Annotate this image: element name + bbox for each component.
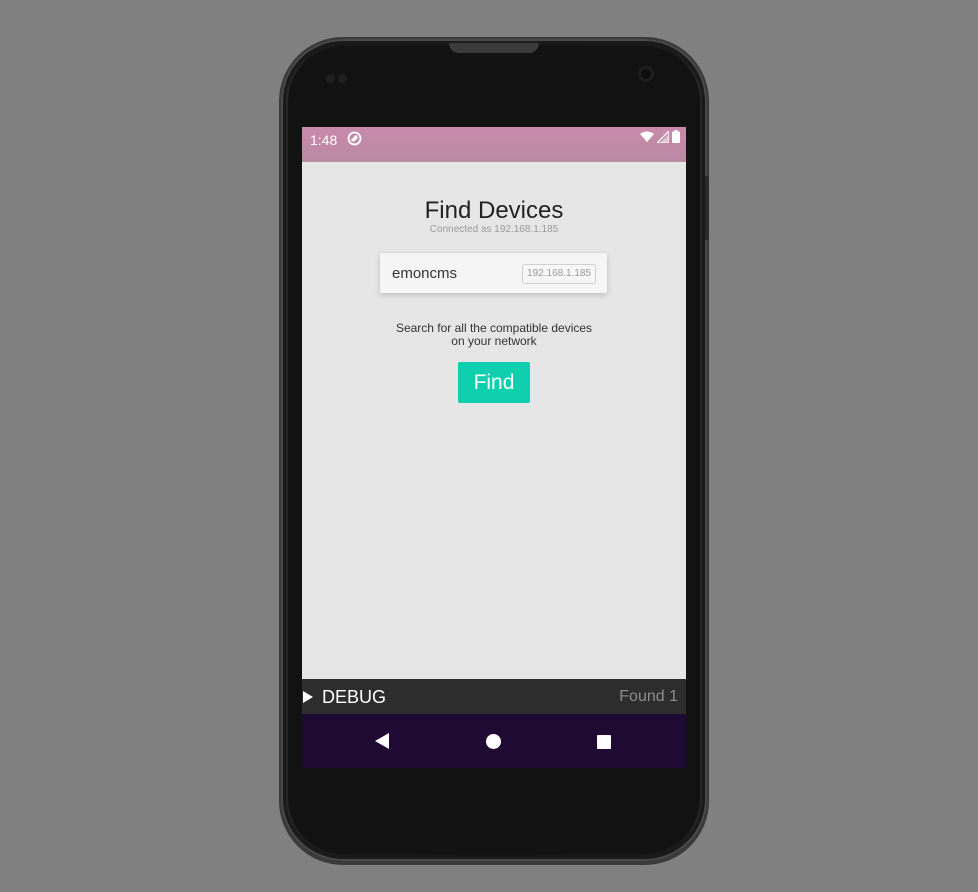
debug-label: DEBUG (322, 687, 387, 707)
device-name: emoncms (392, 265, 458, 282)
page-title: Find Devices (424, 197, 564, 224)
search-help-text: Search for all the compatible devices on… (395, 321, 593, 348)
back-icon[interactable] (375, 733, 389, 749)
battery-icon (672, 130, 680, 148)
status-bar: 1:48 (302, 127, 686, 162)
emulator-stage: 1:48 Find Devices Connected as 192.168.1… (0, 0, 978, 892)
main-content: Find Devices Connected as 192.168.1.185 … (302, 162, 686, 679)
navigation-bar (302, 714, 686, 768)
status-time: 1:48 (310, 132, 338, 148)
device-ip-badge: 192.168.1.185 (522, 264, 596, 284)
status-icons (640, 129, 680, 148)
found-count: Found 1 (619, 688, 678, 705)
front-sensors (326, 70, 350, 83)
find-button[interactable]: Find (458, 362, 530, 403)
power-key[interactable] (705, 176, 709, 240)
signal-icon (655, 129, 670, 148)
device-card[interactable]: emoncms 192.168.1.185 (380, 253, 607, 293)
earpiece-speaker (449, 43, 539, 53)
recents-icon[interactable] (597, 735, 611, 749)
front-camera-icon (638, 66, 654, 82)
expand-arrow-icon[interactable] (303, 691, 313, 703)
device-screen: 1:48 Find Devices Connected as 192.168.1… (302, 127, 686, 768)
sync-icon (347, 131, 362, 146)
home-icon[interactable] (486, 734, 501, 749)
wifi-icon (640, 130, 654, 148)
debug-bar[interactable]: DEBUG Found 1 (302, 679, 686, 714)
connection-subtitle: Connected as 192.168.1.185 (429, 224, 559, 235)
